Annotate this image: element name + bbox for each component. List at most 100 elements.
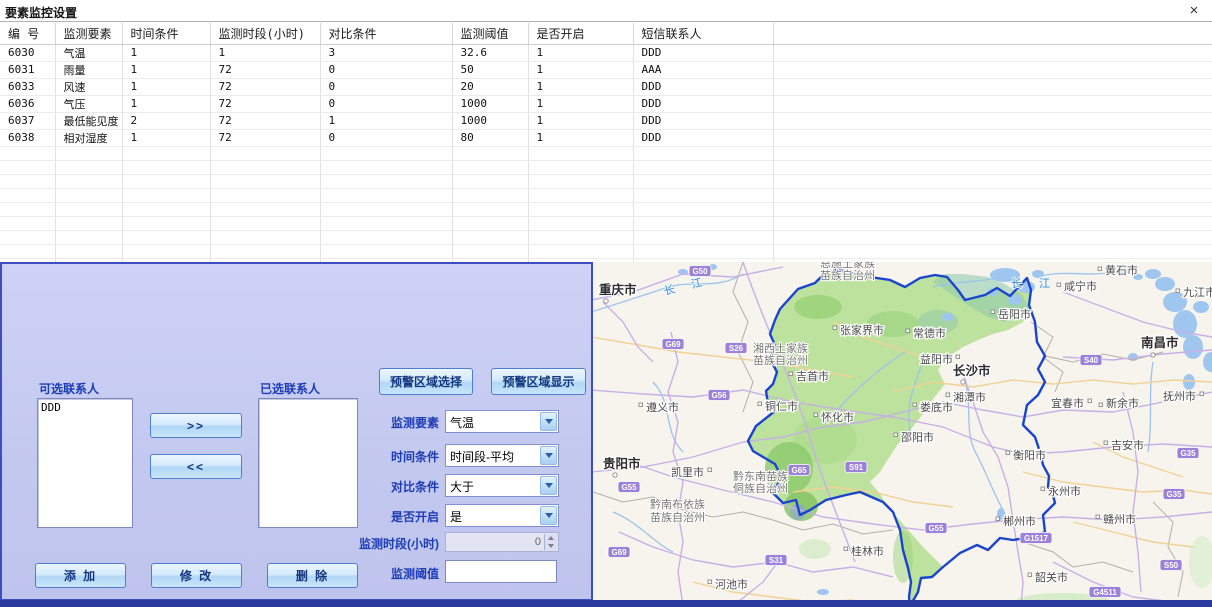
road-badge: G35 (1180, 449, 1196, 458)
road-badge: G69 (611, 548, 627, 557)
road-badge: S91 (849, 463, 864, 472)
col-id[interactable]: 编 号 (0, 23, 55, 44)
col-threshold[interactable]: 监测阈值 (452, 23, 528, 44)
cell: 1 (528, 112, 633, 129)
city-label: 赣州市 (1103, 512, 1136, 526)
road-badge: G1517 (1024, 534, 1049, 543)
add-button[interactable]: 添 加 (35, 563, 126, 588)
cell: AAA (633, 61, 773, 78)
city-label: 永州市 (1048, 484, 1081, 498)
col-enabled[interactable]: 是否开启 (528, 23, 633, 44)
region-label: 黔东南苗族 (733, 469, 788, 483)
city-label: 桂林市 (851, 544, 884, 558)
city-label: 张家界市 (840, 323, 884, 337)
city-marker (604, 299, 608, 303)
empty-row (0, 146, 1212, 160)
city-label: 益阳市 (920, 352, 953, 366)
city-marker (894, 433, 898, 437)
cell (773, 61, 1212, 78)
select-value: 大于 (450, 478, 474, 495)
city-label: 吉首市 (796, 369, 829, 383)
city-marker (814, 413, 818, 417)
col-compare[interactable]: 对比条件 (320, 23, 452, 44)
selected-contacts-label: 已选联系人 (260, 380, 320, 397)
city-marker (758, 402, 762, 406)
col-time-condition[interactable]: 时间条件 (122, 23, 210, 44)
list-item[interactable]: DDD (41, 401, 129, 414)
city-label: 河池市 (715, 577, 748, 591)
move-right-button[interactable]: >> (150, 413, 242, 438)
cell: 6031 (0, 61, 55, 78)
cell: 气温 (55, 44, 122, 61)
cell: 1 (528, 61, 633, 78)
road-badge: S50 (1164, 561, 1179, 570)
col-sms-contact[interactable]: 短信联系人 (633, 23, 773, 44)
map-view[interactable]: G50 G69 S26 G56 S40 G65 S91 G55 G55 G151… (593, 262, 1212, 607)
empty-row (0, 230, 1212, 244)
close-icon[interactable]: × (1184, 1, 1204, 21)
cell: 1 (528, 78, 633, 95)
cell: 50 (452, 61, 528, 78)
city-label: 抚州市 (1163, 389, 1196, 403)
chevron-down-icon[interactable] (540, 476, 557, 495)
col-period[interactable]: 监测时段(小时) (210, 23, 320, 44)
cell: 1 (122, 61, 210, 78)
time-condition-label: 时间条件 (339, 448, 439, 465)
move-left-button[interactable]: << (150, 454, 242, 479)
road-badge: G55 (621, 483, 637, 492)
element-monitoring-settings-window: 要素监控设置 × 编 号 监测要素 时间条件 监测时段(小时) 对比条件 监测阈… (0, 0, 1212, 607)
city-label: 黄石市 (1105, 263, 1138, 277)
table-row[interactable]: 6033风速1720201DDD (0, 78, 1212, 95)
warning-area-show-button[interactable]: 预警区域显示 (491, 368, 586, 395)
warning-area-select-button[interactable]: 预警区域选择 (379, 368, 473, 395)
cell (773, 129, 1212, 146)
table-row[interactable]: 6036气压172010001DDD (0, 95, 1212, 112)
compare-condition-select[interactable]: 大于 (445, 474, 559, 497)
period-spinner[interactable]: 0 (445, 532, 559, 552)
city-marker (1200, 392, 1204, 396)
empty-row (0, 174, 1212, 188)
cell: 1 (122, 95, 210, 112)
cell: 1000 (452, 112, 528, 129)
threshold-input[interactable] (445, 560, 557, 583)
table-row[interactable]: 6031雨量1720501AAA (0, 61, 1212, 78)
col-filler (773, 23, 1212, 44)
chevron-down-icon[interactable] (540, 412, 557, 431)
city-marker (906, 329, 910, 333)
available-contacts-listbox[interactable]: DDD (37, 398, 133, 528)
city-label: 娄底市 (920, 400, 953, 414)
city-label: 怀化市 (821, 410, 854, 424)
chevron-down-icon[interactable] (540, 446, 557, 465)
period-label: 监测时段(小时) (339, 535, 439, 552)
city-label: 长沙市 (953, 363, 991, 378)
cell: 72 (210, 95, 320, 112)
city-label: 岳阳市 (998, 307, 1031, 321)
city-marker (946, 393, 950, 397)
road-badge: G4511 (1093, 588, 1117, 597)
table-header-row: 编 号 监测要素 时间条件 监测时段(小时) 对比条件 监测阈值 是否开启 短信… (0, 23, 1212, 44)
empty-row (0, 244, 1212, 258)
compare-condition-label: 对比条件 (339, 478, 439, 495)
monitoring-table: 编 号 监测要素 时间条件 监测时段(小时) 对比条件 监测阈值 是否开启 短信… (0, 23, 1212, 262)
city-marker (708, 580, 712, 584)
empty-row (0, 202, 1212, 216)
table-row[interactable]: 6038相对湿度1720801DDD (0, 129, 1212, 146)
city-label: 邵阳市 (901, 430, 934, 444)
modify-button[interactable]: 修 改 (151, 563, 242, 588)
region-label: 湘西土家族 (753, 341, 808, 355)
time-condition-select[interactable]: 时间段-平均 (445, 444, 559, 467)
city-label: 南昌市 (1141, 335, 1179, 350)
chevron-down-icon[interactable] (540, 506, 557, 525)
enabled-select[interactable]: 是 (445, 504, 559, 527)
cell: DDD (633, 44, 773, 61)
monitor-element-label: 监测要素 (339, 414, 439, 431)
cell: 0 (320, 61, 452, 78)
table-row[interactable]: 6030气温11332.61DDD (0, 44, 1212, 61)
cell: 6033 (0, 78, 55, 95)
region-label: 侗族自治州 (733, 481, 788, 495)
cell: 气压 (55, 95, 122, 112)
table-row[interactable]: 6037最低能见度272110001DDD (0, 112, 1212, 129)
spinner-arrows-icon[interactable] (544, 534, 557, 550)
monitor-element-select[interactable]: 气温 (445, 410, 559, 433)
col-element[interactable]: 监测要素 (55, 23, 122, 44)
